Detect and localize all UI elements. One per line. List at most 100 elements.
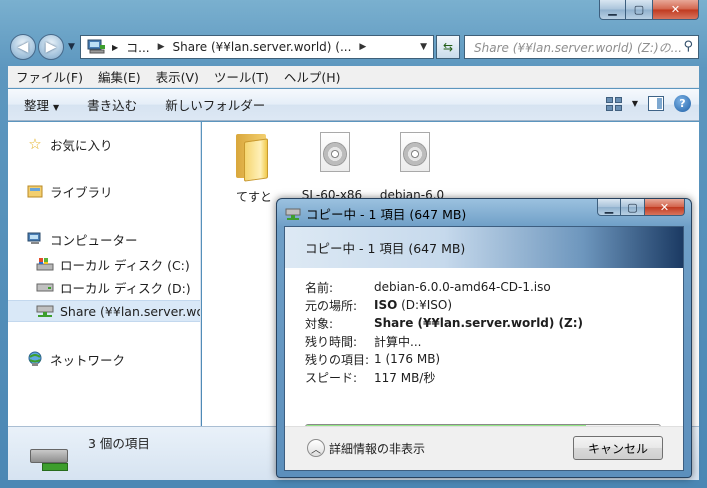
dialog-title: コピー中 - 1 項目 (647 MB) bbox=[306, 207, 467, 222]
detail-row-name: 名前: debian-6.0.0-amd64-CD-1.iso bbox=[305, 278, 680, 296]
nav-item-favorites[interactable]: ☆ お気に入り bbox=[8, 133, 200, 155]
forward-button[interactable]: ▶ bbox=[38, 34, 64, 60]
breadcrumb-computer[interactable]: コ... bbox=[126, 39, 149, 56]
dialog-banner: コピー中 - 1 項目 (647 MB) bbox=[285, 227, 683, 268]
minimize-button[interactable]: ▁ bbox=[599, 0, 626, 20]
command-bar: 整理 ▼ 書き込む 新しいフォルダー ▼ ? bbox=[8, 89, 699, 121]
dialog-window-controls: ▁ ▢ ✕ bbox=[597, 199, 685, 216]
dialog-body: コピー中 - 1 項目 (647 MB) 名前: debian-6.0.0-am… bbox=[284, 226, 684, 471]
network-drive-icon bbox=[28, 441, 72, 473]
detail-value-time: 計算中... bbox=[374, 334, 422, 349]
detail-label: 残りの項目: bbox=[305, 352, 370, 367]
cancel-button[interactable]: キャンセル bbox=[573, 436, 663, 460]
search-input[interactable]: Share (¥¥lan.server.world) (Z:)の... ⚲ bbox=[464, 35, 699, 59]
arrow-right-icon: ▶ bbox=[112, 42, 119, 52]
nav-item-label: ローカル ディスク (C:) bbox=[60, 257, 190, 273]
file-item[interactable]: SL-60-x86 bbox=[290, 130, 374, 202]
detail-label: 名前: bbox=[305, 280, 334, 295]
dialog-minimize-button[interactable]: ▁ bbox=[597, 199, 621, 216]
detail-value-destination[interactable]: Share (¥¥lan.server.world) (Z:) bbox=[374, 316, 583, 330]
nav-item-local-disk-c[interactable]: ローカル ディスク (C:) bbox=[8, 253, 200, 275]
detail-value-items: 1 (176 MB) bbox=[374, 352, 441, 366]
detail-value-speed: 117 MB/秒 bbox=[374, 370, 436, 385]
arrow-right-icon: ▶ bbox=[45, 39, 57, 55]
copy-icon bbox=[285, 207, 301, 221]
menu-bar: ファイル(F) 編集(E) 表示(V) ツール(T) ヘルプ(H) bbox=[8, 66, 699, 88]
nav-item-label: ローカル ディスク (D:) bbox=[60, 280, 191, 296]
dialog-close-button[interactable]: ✕ bbox=[645, 199, 685, 216]
preview-pane-icon[interactable] bbox=[648, 96, 664, 111]
new-folder-button[interactable]: 新しいフォルダー bbox=[165, 95, 265, 114]
detail-label: スピード: bbox=[305, 370, 358, 385]
recent-pages-dropdown[interactable]: ▼ bbox=[68, 42, 75, 52]
folder-icon bbox=[230, 130, 278, 182]
network-icon bbox=[26, 351, 44, 367]
destination-name: Share (¥¥lan.server.world) (Z:) bbox=[374, 316, 584, 330]
chevron-down-icon[interactable]: ▼ bbox=[632, 99, 638, 108]
refresh-button[interactable]: ⇆ bbox=[436, 35, 460, 59]
search-icon[interactable]: ⚲ bbox=[683, 39, 693, 54]
detail-value-filename: debian-6.0.0-amd64-CD-1.iso bbox=[374, 280, 551, 294]
window-controls: ▁ ▢ ✕ bbox=[599, 0, 699, 20]
view-controls: ▼ ? bbox=[605, 95, 691, 112]
menu-edit[interactable]: 編集(E) bbox=[98, 67, 141, 86]
file-name: てすと bbox=[235, 190, 272, 204]
library-icon bbox=[26, 183, 44, 199]
details-toggle-button[interactable]: ︿ 詳細情報の非表示 bbox=[307, 439, 425, 457]
nav-item-label: ネットワーク bbox=[50, 352, 126, 368]
detail-row-destination: 対象: Share (¥¥lan.server.world) (Z:) bbox=[305, 314, 680, 332]
star-icon: ☆ bbox=[28, 135, 42, 153]
item-count: 3 個の項目 bbox=[88, 436, 150, 451]
disc-image-icon bbox=[308, 130, 356, 182]
nav-item-network[interactable]: ネットワーク bbox=[8, 348, 200, 370]
refresh-icon: ⇆ bbox=[442, 40, 454, 54]
copy-details: 名前: debian-6.0.0-amd64-CD-1.iso 元の場所: IS… bbox=[305, 278, 680, 386]
address-bar[interactable]: ▶ コ... ▶ Share (¥¥lan.server.world) (...… bbox=[80, 35, 434, 59]
detail-label: 元の場所: bbox=[305, 298, 358, 313]
maximize-button[interactable]: ▢ bbox=[626, 0, 653, 20]
views-icon[interactable] bbox=[605, 96, 622, 111]
detail-row-items: 残りの項目: 1 (176 MB) bbox=[305, 350, 680, 368]
file-item[interactable]: てすと bbox=[212, 130, 296, 205]
arrow-left-icon: ◀ bbox=[17, 39, 29, 55]
nav-item-label: お気に入り bbox=[50, 137, 113, 153]
nav-item-libraries[interactable]: ライブラリ bbox=[8, 180, 200, 202]
dialog-footer: ︿ 詳細情報の非表示 キャンセル bbox=[285, 426, 683, 470]
back-button[interactable]: ◀ bbox=[10, 34, 36, 60]
detail-label: 対象: bbox=[305, 316, 334, 331]
menu-view[interactable]: 表示(V) bbox=[156, 67, 199, 86]
chevron-up-icon: ︿ bbox=[307, 439, 325, 457]
organize-button[interactable]: 整理 ▼ bbox=[24, 95, 59, 114]
details-toggle-label: 詳細情報の非表示 bbox=[329, 441, 426, 456]
menu-help[interactable]: ヘルプ(H) bbox=[284, 67, 341, 86]
burn-button[interactable]: 書き込む bbox=[87, 95, 137, 114]
nav-item-local-disk-d[interactable]: ローカル ディスク (D:) bbox=[8, 276, 200, 298]
navigation-pane: ☆ お気に入り ライブラリ コンピューター ローカル ディスク (C:) ローカ… bbox=[8, 122, 201, 426]
nav-item-label: コンピューター bbox=[50, 232, 138, 248]
copy-progress-dialog: コピー中 - 1 項目 (647 MB) ▁ ▢ ✕ コピー中 - 1 項目 (… bbox=[276, 198, 692, 478]
breadcrumb-separator-icon[interactable]: ▶ bbox=[158, 42, 165, 52]
nav-item-label: ライブラリ bbox=[50, 184, 113, 200]
chevron-down-icon: ▼ bbox=[53, 103, 60, 112]
detail-row-speed: スピード: 117 MB/秒 bbox=[305, 368, 680, 386]
breadcrumb-separator-icon[interactable]: ▶ bbox=[359, 42, 366, 52]
menu-file[interactable]: ファイル(F) bbox=[16, 67, 83, 86]
nav-item-share[interactable]: Share (¥¥lan.server.world) (Z:) bbox=[8, 300, 200, 322]
breadcrumb-share[interactable]: Share (¥¥lan.server.world) (... bbox=[173, 40, 352, 54]
organize-label: 整理 bbox=[24, 98, 50, 113]
drive-icon bbox=[36, 279, 54, 295]
close-button[interactable]: ✕ bbox=[653, 0, 699, 20]
search-placeholder: Share (¥¥lan.server.world) (Z:)の... bbox=[474, 40, 683, 55]
help-icon[interactable]: ? bbox=[674, 95, 691, 112]
nav-item-label: Share (¥¥lan.server.world) (Z:) bbox=[60, 303, 200, 319]
dialog-maximize-button[interactable]: ▢ bbox=[621, 199, 645, 216]
file-item[interactable]: debian-6.0 bbox=[370, 130, 454, 202]
detail-value-source[interactable]: ISO (D:¥ISO) bbox=[374, 298, 452, 312]
computer-icon bbox=[26, 231, 44, 247]
chevron-down-icon[interactable]: ▼ bbox=[420, 42, 427, 52]
menu-tools[interactable]: ツール(T) bbox=[214, 67, 269, 86]
disc-image-icon bbox=[388, 130, 436, 182]
system-drive-icon bbox=[36, 256, 54, 272]
network-drive-icon bbox=[36, 303, 54, 319]
nav-item-computer[interactable]: コンピューター bbox=[8, 228, 200, 250]
